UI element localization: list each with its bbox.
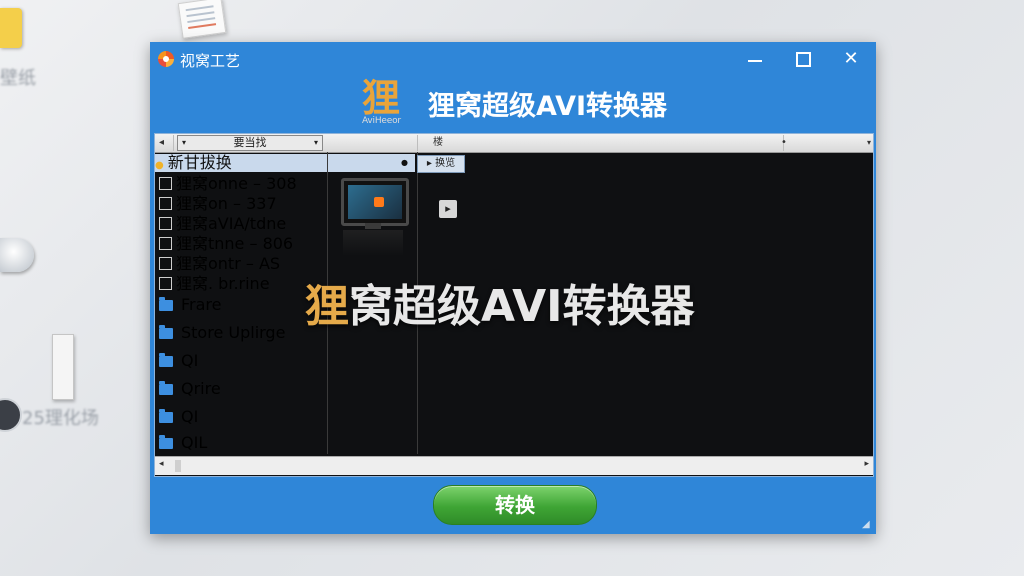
monitor-stand — [365, 223, 381, 229]
folder-label: Frare — [181, 295, 222, 314]
file-browser-panel: ◂ ▾ 要当找 ▾ 楼 • ▾ ● 新甘拔换 ● 狸窝onne – 308 狸窝on… — [154, 133, 874, 477]
desktop-file-icon[interactable] — [52, 334, 74, 400]
monitor-icon — [341, 178, 409, 226]
overlay-title-accent: 狸 — [305, 281, 349, 332]
folder-item[interactable]: Frare — [159, 296, 222, 314]
checkbox[interactable] — [159, 217, 172, 230]
close-icon: ✕ — [843, 48, 859, 69]
app-window: 视窝工艺 ✕ 狸 AviHeeor 狸窝超级AVI转换器 ◂ ▾ 要当找 ▾ 楼… — [150, 42, 876, 534]
scroll-left-icon[interactable]: ◂ — [159, 459, 164, 469]
scrollbar-thumb[interactable] — [175, 460, 181, 472]
minimize-button[interactable] — [738, 46, 772, 72]
list-item[interactable]: 狸窝aVIA/tdne — [159, 215, 286, 233]
list-item-label: 狸窝ontr – AS — [176, 254, 281, 273]
folder-icon — [159, 435, 173, 449]
list-item-label: 狸窝tnne – 806 — [176, 234, 294, 253]
banner-logo-glyph: 狸 — [362, 75, 401, 120]
list-item[interactable]: 狸窝. br.rine — [159, 275, 270, 293]
window-title: 视窝工艺 — [180, 52, 241, 70]
horizontal-scrollbar[interactable]: ◂ ▸ — [155, 456, 873, 475]
folder-icon — [159, 353, 173, 367]
minimize-icon — [748, 60, 762, 62]
folder-item[interactable]: Qrire — [159, 380, 221, 398]
preview-tab[interactable]: ▸ 换览 — [417, 155, 465, 173]
folder-icon — [159, 297, 173, 311]
desktop-app-icon[interactable] — [0, 238, 34, 272]
folder-item[interactable]: QI — [159, 408, 198, 426]
desktop-icon-label: 壁纸 — [0, 68, 36, 89]
chevron-down-icon: ▾ — [866, 138, 871, 147]
folder-label: QI — [181, 407, 199, 426]
banner-title: 狸窝超级AVI转换器 — [428, 91, 668, 122]
list-item[interactable]: 狸窝tnne – 806 — [159, 235, 293, 253]
list-item-label: 狸窝on – 337 — [176, 194, 277, 213]
folder-item[interactable]: Store Uplirge — [159, 324, 285, 342]
maximize-icon — [795, 52, 811, 67]
toolbar-column-menu[interactable]: • ▾ — [775, 135, 873, 151]
view-dropdown-value: 要当找 — [233, 136, 267, 149]
close-button[interactable]: ✕ — [834, 46, 868, 72]
banner-logo: 狸 AviHeeor — [362, 78, 414, 128]
desktop-folder-icon[interactable] — [0, 8, 22, 48]
maximize-button[interactable] — [786, 46, 820, 72]
view-dropdown[interactable]: ▾ 要当找 ▾ — [177, 135, 323, 151]
folder-item[interactable]: QIL — [159, 434, 207, 452]
checkbox[interactable] — [159, 197, 172, 210]
folder-label: Qrire — [181, 379, 221, 398]
toolbar-column-label: 楼 — [421, 135, 784, 151]
folder-item[interactable]: QI — [159, 352, 198, 370]
overlay-title: 狸窝超级AVI转换器 — [305, 270, 695, 334]
desktop-shortcut-icon[interactable] — [0, 398, 22, 432]
folder-label: QIL — [181, 433, 208, 452]
resize-grip-icon[interactable]: ◢ — [862, 520, 872, 530]
list-item-label: 狸窝onne – 308 — [176, 174, 297, 193]
play-icon[interactable]: ▸ — [439, 200, 457, 218]
overlay-title-text: 窝超级AVI转换器 — [349, 281, 695, 332]
toolbar-dot: • — [781, 137, 787, 148]
panel-toolbar: ◂ ▾ 要当找 ▾ 楼 • ▾ — [155, 134, 873, 153]
convert-button[interactable]: 转换 — [433, 485, 597, 525]
toolbar-column — [327, 135, 418, 151]
desktop-document-icon[interactable] — [177, 0, 227, 39]
folder-label: QI — [181, 351, 199, 370]
desktop-icon-label: 25理化场 — [22, 408, 99, 429]
list-item[interactable]: 狸窝onne – 308 — [159, 175, 297, 193]
checkbox[interactable] — [159, 257, 172, 270]
list-item[interactable]: 狸窝ontr – AS — [159, 255, 280, 273]
list-item[interactable]: 狸窝on – 337 — [159, 195, 277, 213]
list-header-row[interactable]: ● 新甘拔换 ● — [155, 154, 415, 172]
toolbar-back-icon[interactable]: ◂ — [159, 135, 174, 151]
folder-icon — [159, 381, 173, 395]
bullet-icon: ● — [401, 158, 408, 167]
checkbox[interactable] — [159, 277, 172, 290]
list-item-label: 狸窝. br.rine — [176, 274, 270, 293]
folder-icon — [159, 409, 173, 423]
app-logo-icon — [158, 51, 174, 67]
checkbox[interactable] — [159, 237, 172, 250]
folder-icon — [159, 325, 173, 339]
chevron-down-icon: ▾ — [313, 138, 318, 147]
title-bar[interactable]: 视窝工艺 ✕ — [150, 42, 876, 76]
scroll-right-icon[interactable]: ▸ — [864, 459, 869, 469]
list-item-label: 狸窝aVIA/tdne — [176, 214, 287, 233]
folder-label: Store Uplirge — [181, 323, 286, 342]
checkbox[interactable] — [159, 177, 172, 190]
banner-logo-subtitle: AviHeeor — [362, 116, 401, 126]
list-header-label: 新甘拔换 — [167, 153, 232, 172]
dropdown-left-icon: ▾ — [182, 138, 187, 147]
monitor-reflection — [343, 230, 403, 256]
star-icon: ● — [155, 160, 164, 171]
